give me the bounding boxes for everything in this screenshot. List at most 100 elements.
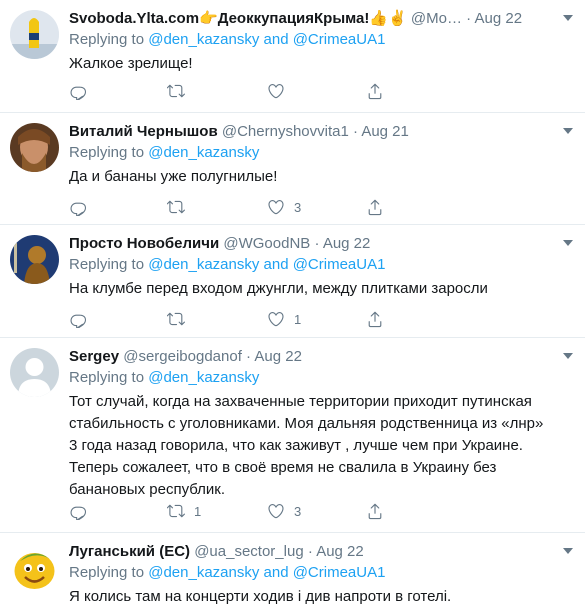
chevron-down-icon[interactable] <box>563 240 573 246</box>
chevron-down-icon[interactable] <box>563 353 573 359</box>
display-name[interactable]: Виталий Чернышов <box>69 123 218 140</box>
retweet-icon <box>167 82 185 100</box>
smiley-avatar-icon <box>10 543 59 592</box>
heart-icon <box>267 502 285 520</box>
retweet-count: 1 <box>194 503 202 519</box>
replying-to: Replying to @den_kazansky and @CrimeaUA1 <box>69 30 575 50</box>
tweet-actions <box>69 81 389 101</box>
avatar[interactable] <box>10 348 59 397</box>
tweet-actions: 3 <box>69 197 389 217</box>
share-icon <box>366 502 384 520</box>
separator-dot: · <box>246 348 252 365</box>
share-button[interactable] <box>366 501 384 521</box>
reply-users-link[interactable]: @den_kazansky <box>148 369 259 386</box>
user-handle[interactable]: @ua_sector_lug <box>194 543 303 560</box>
avatar[interactable] <box>10 10 59 59</box>
chevron-down-icon[interactable] <box>563 15 573 21</box>
replying-prefix: Replying to <box>69 144 149 161</box>
retweet-icon <box>167 502 185 520</box>
separator-dot: · <box>352 123 358 140</box>
reply-button[interactable] <box>69 309 87 329</box>
timestamp[interactable]: Aug 21 <box>361 123 409 140</box>
like-button[interactable]: 3 <box>267 197 301 217</box>
separator-dot: · <box>466 10 472 27</box>
user-handle[interactable]: @Mo… <box>411 10 462 27</box>
like-count: 3 <box>294 199 302 215</box>
reply-button[interactable] <box>69 197 87 217</box>
replying-to: Replying to @den_kazansky and @CrimeaUA1 <box>69 563 575 583</box>
reply-icon <box>69 198 87 216</box>
retweet-button[interactable]: 1 <box>167 501 201 521</box>
tweet-text-line: Теперь сожалеет, что в своё время не сва… <box>69 459 497 476</box>
tweet-text: Жалкое зрелище! <box>69 55 193 72</box>
tweet-header: Svoboda.Ylta.com👉ДеоккупацияКрыма!👍✌️ @M… <box>69 9 575 29</box>
tweet-header: Sergey @sergeibogdanof · Aug 22 <box>69 347 575 367</box>
avatar[interactable] <box>10 123 59 172</box>
reply-users-link[interactable]: @den_kazansky <box>148 144 259 161</box>
timestamp[interactable]: Aug 22 <box>323 235 371 252</box>
heart-icon <box>267 198 285 216</box>
display-name[interactable]: Sergey <box>69 348 119 365</box>
replying-to: Replying to @den_kazansky <box>69 143 575 163</box>
tweet[interactable]: Виталий Чернышов @Chernyshovvita1 · Aug … <box>0 113 585 225</box>
display-name[interactable]: Просто Новобеличи <box>69 235 219 252</box>
tweet[interactable]: Просто Новобеличи @WGoodNB · Aug 22 Repl… <box>0 225 585 338</box>
chevron-down-icon[interactable] <box>563 548 573 554</box>
tweet[interactable]: Sergey @sergeibogdanof · Aug 22 Replying… <box>0 338 585 533</box>
replying-prefix: Replying to <box>69 31 149 48</box>
share-button[interactable] <box>366 309 384 329</box>
tweet-text: Я колись там на концерти ходив і див нап… <box>69 588 452 605</box>
chevron-down-icon[interactable] <box>563 128 573 134</box>
display-name[interactable]: Луганський (ЕС) <box>69 543 190 560</box>
share-button[interactable] <box>366 197 384 217</box>
reply-icon <box>69 502 87 520</box>
reply-button[interactable] <box>69 81 87 101</box>
avatar[interactable] <box>10 235 59 284</box>
avatar-statue-icon <box>10 235 59 284</box>
user-handle[interactable]: @sergeibogdanof <box>123 348 242 365</box>
tweet[interactable]: Луганський (ЕС) @ua_sector_lug · Aug 22 … <box>0 533 585 613</box>
replying-prefix: Replying to <box>69 256 149 273</box>
tweet-actions: 1 3 <box>69 501 389 521</box>
like-count: 1 <box>294 311 302 327</box>
like-button[interactable] <box>267 81 294 101</box>
tweet-text-line: 3 года назад говорила, что как заживут ,… <box>69 437 523 454</box>
user-handle[interactable]: @WGoodNB <box>223 235 310 252</box>
tweet-text: Да и бананы уже полугнилые! <box>69 168 278 185</box>
heart-icon <box>267 82 285 100</box>
display-name[interactable]: Svoboda.Ylta.com👉ДеоккупацияКрыма!👍✌️ <box>69 10 407 27</box>
tweet-text-line: стабильность с уголовниками. Моя дальняя… <box>69 415 544 432</box>
tweet-header: Просто Новобеличи @WGoodNB · Aug 22 <box>69 234 575 254</box>
reply-button[interactable] <box>69 501 87 521</box>
avatar-photo-icon <box>10 123 59 172</box>
default-avatar-icon <box>10 348 59 397</box>
reply-icon <box>69 82 87 100</box>
tweet-actions: 1 <box>69 309 389 329</box>
like-count: 3 <box>294 503 302 519</box>
separator-dot: · <box>314 235 320 252</box>
reply-users-link[interactable]: @den_kazansky and @CrimeaUA1 <box>148 31 385 48</box>
tweet-header: Виталий Чернышов @Chernyshovvita1 · Aug … <box>69 122 575 142</box>
share-icon <box>366 310 384 328</box>
share-icon <box>366 198 384 216</box>
user-handle[interactable]: @Chernyshovvita1 <box>222 123 349 140</box>
timestamp[interactable]: Aug 22 <box>475 10 523 27</box>
reply-users-link[interactable]: @den_kazansky and @CrimeaUA1 <box>148 256 385 273</box>
share-button[interactable] <box>366 81 384 101</box>
retweet-button[interactable] <box>167 309 194 329</box>
retweet-icon <box>167 310 185 328</box>
tweet-text: Тот случай, когда на захваченные террито… <box>69 391 575 501</box>
retweet-button[interactable] <box>167 81 194 101</box>
like-button[interactable]: 1 <box>267 309 301 329</box>
share-icon <box>366 82 384 100</box>
tweet[interactable]: Svoboda.Ylta.com👉ДеоккупацияКрыма!👍✌️ @M… <box>0 0 585 113</box>
timestamp[interactable]: Aug 22 <box>316 543 364 560</box>
reply-users-link[interactable]: @den_kazansky and @CrimeaUA1 <box>148 564 385 581</box>
timestamp[interactable]: Aug 22 <box>254 348 302 365</box>
tweet-header: Луганський (ЕС) @ua_sector_lug · Aug 22 <box>69 542 575 562</box>
retweet-button[interactable] <box>167 197 194 217</box>
heart-icon <box>267 310 285 328</box>
tweet-text-line: банановых республик. <box>69 481 226 498</box>
avatar[interactable] <box>10 543 59 592</box>
like-button[interactable]: 3 <box>267 501 301 521</box>
